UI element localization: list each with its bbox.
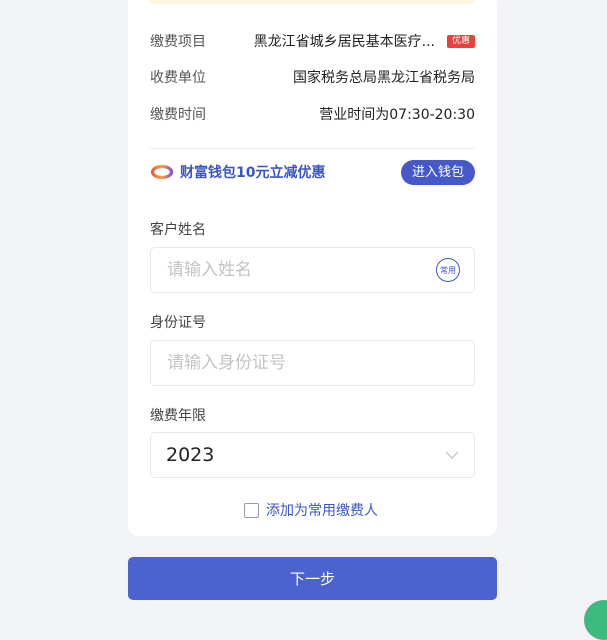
wallet-ring-icon xyxy=(150,164,174,180)
id-number-field xyxy=(150,340,475,386)
wallet-promo-row: 财富钱包10元立减优惠 进入钱包 xyxy=(150,159,475,185)
payment-item-value-wrap: 黑龙江省城乡居民基本医疗... 优惠 xyxy=(254,31,475,51)
add-common-payer-label: 添加为常用缴费人 xyxy=(266,503,378,519)
payment-item-label: 缴费项目 xyxy=(150,34,206,50)
customer-name-input[interactable] xyxy=(167,248,436,292)
payee-unit-label: 收费单位 xyxy=(150,70,206,86)
payment-time-value: 营业时间为07:30-20:30 xyxy=(319,107,475,123)
next-step-button[interactable]: 下一步 xyxy=(128,557,497,600)
add-common-payer-option[interactable]: 添加为常用缴费人 xyxy=(244,500,378,520)
payment-item-value: 黑龙江省城乡居民基本医疗... xyxy=(253,34,435,50)
enter-wallet-button[interactable]: 进入钱包 xyxy=(400,159,475,185)
customer-name-label: 客户姓名 xyxy=(150,222,206,238)
payment-time-row: 缴费时间 营业时间为07:30-20:30 xyxy=(150,103,475,125)
common-payer-icon[interactable]: 常用 xyxy=(436,258,460,282)
customer-name-field: 常用 xyxy=(150,247,475,293)
payment-year-label: 缴费年限 xyxy=(150,408,206,424)
floating-action-button[interactable] xyxy=(584,600,607,640)
wallet-promo: 财富钱包10元立减优惠 xyxy=(150,162,325,182)
add-common-payer-checkbox[interactable] xyxy=(244,502,259,518)
discount-badge: 优惠 xyxy=(446,34,475,48)
payment-year-value: 2023 xyxy=(166,444,215,466)
notice-strip xyxy=(150,0,475,4)
payment-item-row: 缴费项目 黑龙江省城乡居民基本医疗... 优惠 xyxy=(150,30,475,52)
payee-unit-row: 收费单位 国家税务总局黑龙江省税务局 xyxy=(150,66,475,88)
chevron-down-icon xyxy=(444,450,460,460)
payment-year-select[interactable]: 2023 xyxy=(150,432,475,478)
payee-unit-value: 国家税务总局黑龙江省税务局 xyxy=(293,70,475,86)
payment-time-label: 缴费时间 xyxy=(150,107,206,123)
wallet-promo-text: 财富钱包10元立减优惠 xyxy=(180,165,326,181)
divider xyxy=(150,148,475,149)
id-number-label: 身份证号 xyxy=(150,315,206,331)
id-number-input[interactable] xyxy=(167,341,474,385)
